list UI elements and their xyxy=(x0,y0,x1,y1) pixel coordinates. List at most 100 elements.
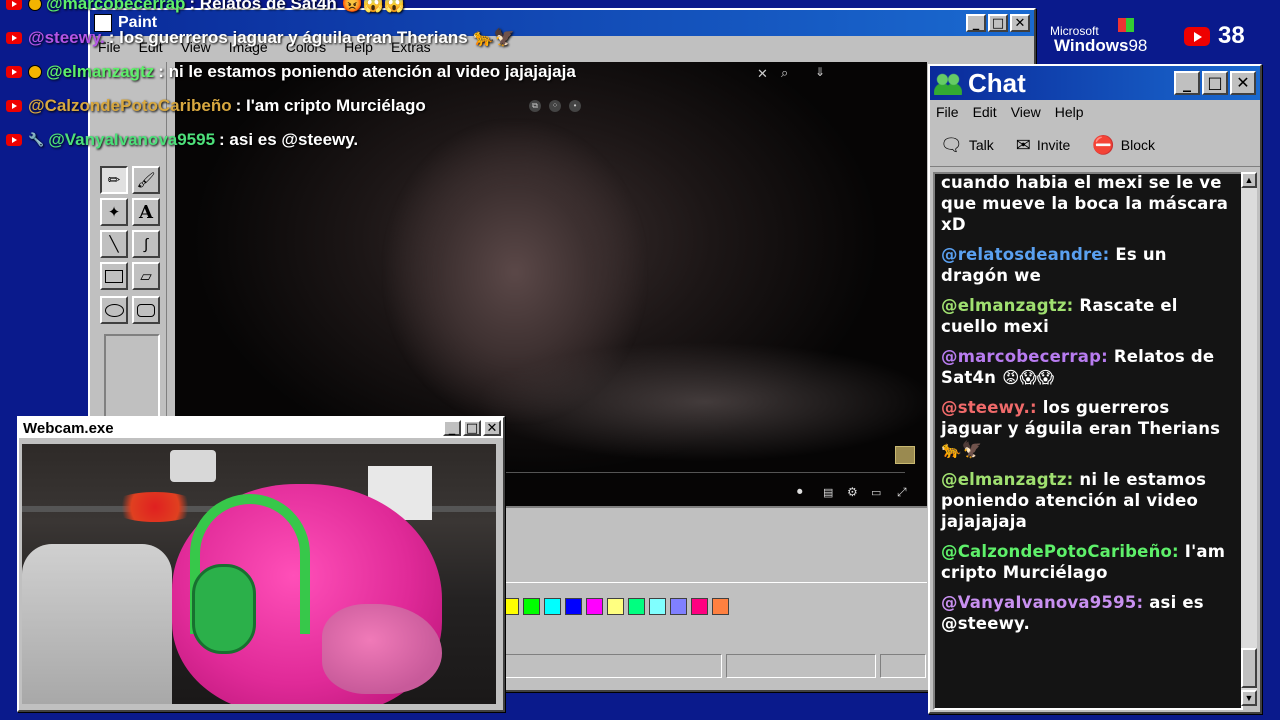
chat-message: @CalzondePotoCaribeño: I'am cripto Murci… xyxy=(941,541,1233,583)
palette-swatch[interactable] xyxy=(523,598,540,615)
captions-badge-icon[interactable] xyxy=(895,446,915,464)
overlay-chat-user: @steewy. xyxy=(28,28,105,47)
play-button-trophy-image xyxy=(170,450,216,482)
status-cell-3 xyxy=(880,654,926,678)
chat-talk-button[interactable]: 🗨 Talk xyxy=(940,130,994,160)
youtube-icon xyxy=(6,32,22,44)
chat-scrollbar[interactable]: ▲ ▼ xyxy=(1241,172,1257,706)
video-fog-image xyxy=(475,342,927,462)
chat-message-user: @relatosdeandre: xyxy=(941,245,1110,264)
chat-maximize-button[interactable]: □ xyxy=(1202,71,1228,95)
windows-text: Windows98 xyxy=(1054,36,1148,55)
webcam-window: Webcam.exe _ □ ✕ xyxy=(17,416,505,712)
palette-swatch[interactable] xyxy=(607,598,624,615)
line-tool-icon[interactable]: ╲ xyxy=(100,230,128,258)
palette-swatch[interactable] xyxy=(691,598,708,615)
palette-swatch[interactable] xyxy=(649,598,666,615)
overlay-chat-line: 🔧 @VanyaIvanova9595: asi es @steewy. xyxy=(6,130,358,150)
overlay-chat-line: @steewy.: los guerreros jaguar y águila … xyxy=(6,28,515,48)
video-search-icon[interactable]: ⌕ xyxy=(781,65,788,81)
overlay-chat-text: : I'am cripto Murciélago xyxy=(235,96,426,115)
polygon-tool-icon[interactable]: ▱ xyxy=(132,262,160,290)
progress-bar[interactable] xyxy=(495,472,905,473)
settings-icon[interactable]: ⚙ xyxy=(847,485,858,499)
palette-swatch[interactable] xyxy=(712,598,729,615)
chat-window: Chat _ □ ✕ File Edit View Help 🗨 Talk ✉ Invite… xyxy=(928,64,1262,714)
overlay-chat-line: @CalzondePotoCaribeño: I'am cripto Murci… xyxy=(6,96,426,116)
chat-close-button[interactable]: ✕ xyxy=(1230,71,1256,95)
palette-swatch[interactable] xyxy=(544,598,561,615)
close-button[interactable]: ✕ xyxy=(1010,14,1030,32)
video-download-icon[interactable]: ⇓ xyxy=(815,65,825,79)
palette-swatch[interactable] xyxy=(628,598,645,615)
chat-message: @steewy.: los guerreros jaguar y águila … xyxy=(941,397,1233,460)
chat-block-button[interactable]: ⛔ Block xyxy=(1092,130,1155,160)
palette-swatch[interactable] xyxy=(670,598,687,615)
chat-message: @elmanzagtz: Rascate el cuello mexi xyxy=(941,295,1233,337)
tool-options-box[interactable] xyxy=(104,334,160,418)
brush-tool-icon[interactable]: 🖌 xyxy=(132,166,160,194)
palette-swatch[interactable] xyxy=(586,598,603,615)
pip-icon[interactable]: ⧉ xyxy=(529,100,541,112)
badge-icon xyxy=(28,0,42,11)
airbrush-tool-icon[interactable]: ✦ xyxy=(100,198,128,226)
maximize-button[interactable]: □ xyxy=(988,14,1008,32)
chat-menu-view[interactable]: View xyxy=(1011,104,1041,120)
rectangle-tool-icon[interactable] xyxy=(100,262,128,290)
status-cell-2 xyxy=(726,654,876,678)
paint-status-bar xyxy=(500,652,927,680)
flowers-image xyxy=(110,492,200,522)
chat-menu-edit[interactable]: Edit xyxy=(973,104,997,120)
chat-messages-pane[interactable]: cuando habia el mexi se le ve que mueve … xyxy=(933,172,1243,710)
youtube-icon xyxy=(6,66,22,78)
more-icon[interactable]: ⁘ xyxy=(549,100,561,112)
chat-message-user: @marcobecerrap: xyxy=(941,347,1108,366)
youtube-icon xyxy=(6,100,22,112)
chat-menu-help[interactable]: Help xyxy=(1055,104,1084,120)
fullscreen-icon[interactable]: ⤢ xyxy=(897,485,907,500)
subtitles-icon[interactable]: ▤ xyxy=(823,486,833,499)
chat-message-user: @steewy.: xyxy=(941,398,1037,417)
paint-toolbox: ✏ 🖌 ✦ A ╲ ∫ ▱ xyxy=(94,62,167,422)
webcam-titlebar[interactable]: Webcam.exe _ □ ✕ xyxy=(19,418,503,438)
chat-message: @marcobecerrap: Relatos de Sat4n 😡😱😱 xyxy=(941,346,1233,388)
pencil-tool-icon[interactable]: ✏ xyxy=(100,166,128,194)
scroll-thumb[interactable] xyxy=(1241,648,1257,688)
curve-tool-icon[interactable]: ∫ xyxy=(132,230,160,258)
chat-titlebar[interactable]: Chat _ □ ✕ xyxy=(930,66,1260,100)
paint-canvas-lower[interactable] xyxy=(500,506,927,584)
scroll-down-arrow-icon[interactable]: ▼ xyxy=(1241,690,1257,706)
webcam-close-button[interactable]: ✕ xyxy=(483,420,501,436)
chat-invite-button[interactable]: ✉ Invite xyxy=(1016,130,1071,160)
chat-minimize-button[interactable]: _ xyxy=(1174,71,1200,95)
theater-icon[interactable]: ▭ xyxy=(871,486,881,499)
palette-swatch[interactable] xyxy=(565,598,582,615)
chat-menu-file[interactable]: File xyxy=(936,104,959,120)
chat-toolbar: 🗨 Talk ✉ Invite ⛔ Block xyxy=(930,124,1260,167)
chat-message: @elmanzagtz: ni le estamos poniendo aten… xyxy=(941,469,1233,532)
chat-message: cuando habia el mexi se le ve que mueve … xyxy=(941,174,1233,235)
chat-message-user: @elmanzagtz: xyxy=(941,296,1074,315)
status-cell-1 xyxy=(504,654,722,678)
chat-toolbar-label: Block xyxy=(1120,137,1155,153)
youtube-icon xyxy=(6,134,22,146)
chat-toolbar-label: Invite xyxy=(1036,137,1071,153)
minimize-button[interactable]: _ xyxy=(966,14,986,32)
webcam-feed xyxy=(22,444,496,704)
dot-icon[interactable]: • xyxy=(569,100,581,112)
chat-title: Chat xyxy=(968,67,1026,98)
video-close-icon[interactable]: ✕ xyxy=(757,66,768,82)
overlay-chat-user: @CalzondePotoCaribeño xyxy=(28,96,232,115)
webcam-maximize-button[interactable]: □ xyxy=(463,420,481,436)
badge-icon xyxy=(28,65,42,79)
text-tool-icon[interactable]: A xyxy=(132,198,160,226)
overlay-chat-line: @elmanzagtz: ni le estamos poniendo aten… xyxy=(6,62,576,82)
scroll-up-arrow-icon[interactable]: ▲ xyxy=(1241,172,1257,188)
rounded-rect-tool-icon[interactable] xyxy=(132,296,160,324)
block-icon: ⛔ xyxy=(1092,134,1115,155)
webcam-minimize-button[interactable]: _ xyxy=(443,420,461,436)
chat-message-list: cuando habia el mexi se le ve que mueve … xyxy=(941,174,1233,643)
record-icon[interactable]: ⏺ xyxy=(797,486,803,499)
ellipse-tool-icon[interactable] xyxy=(100,296,128,324)
overlay-chat-text: : ni le estamos poniendo atención al vid… xyxy=(158,62,576,81)
